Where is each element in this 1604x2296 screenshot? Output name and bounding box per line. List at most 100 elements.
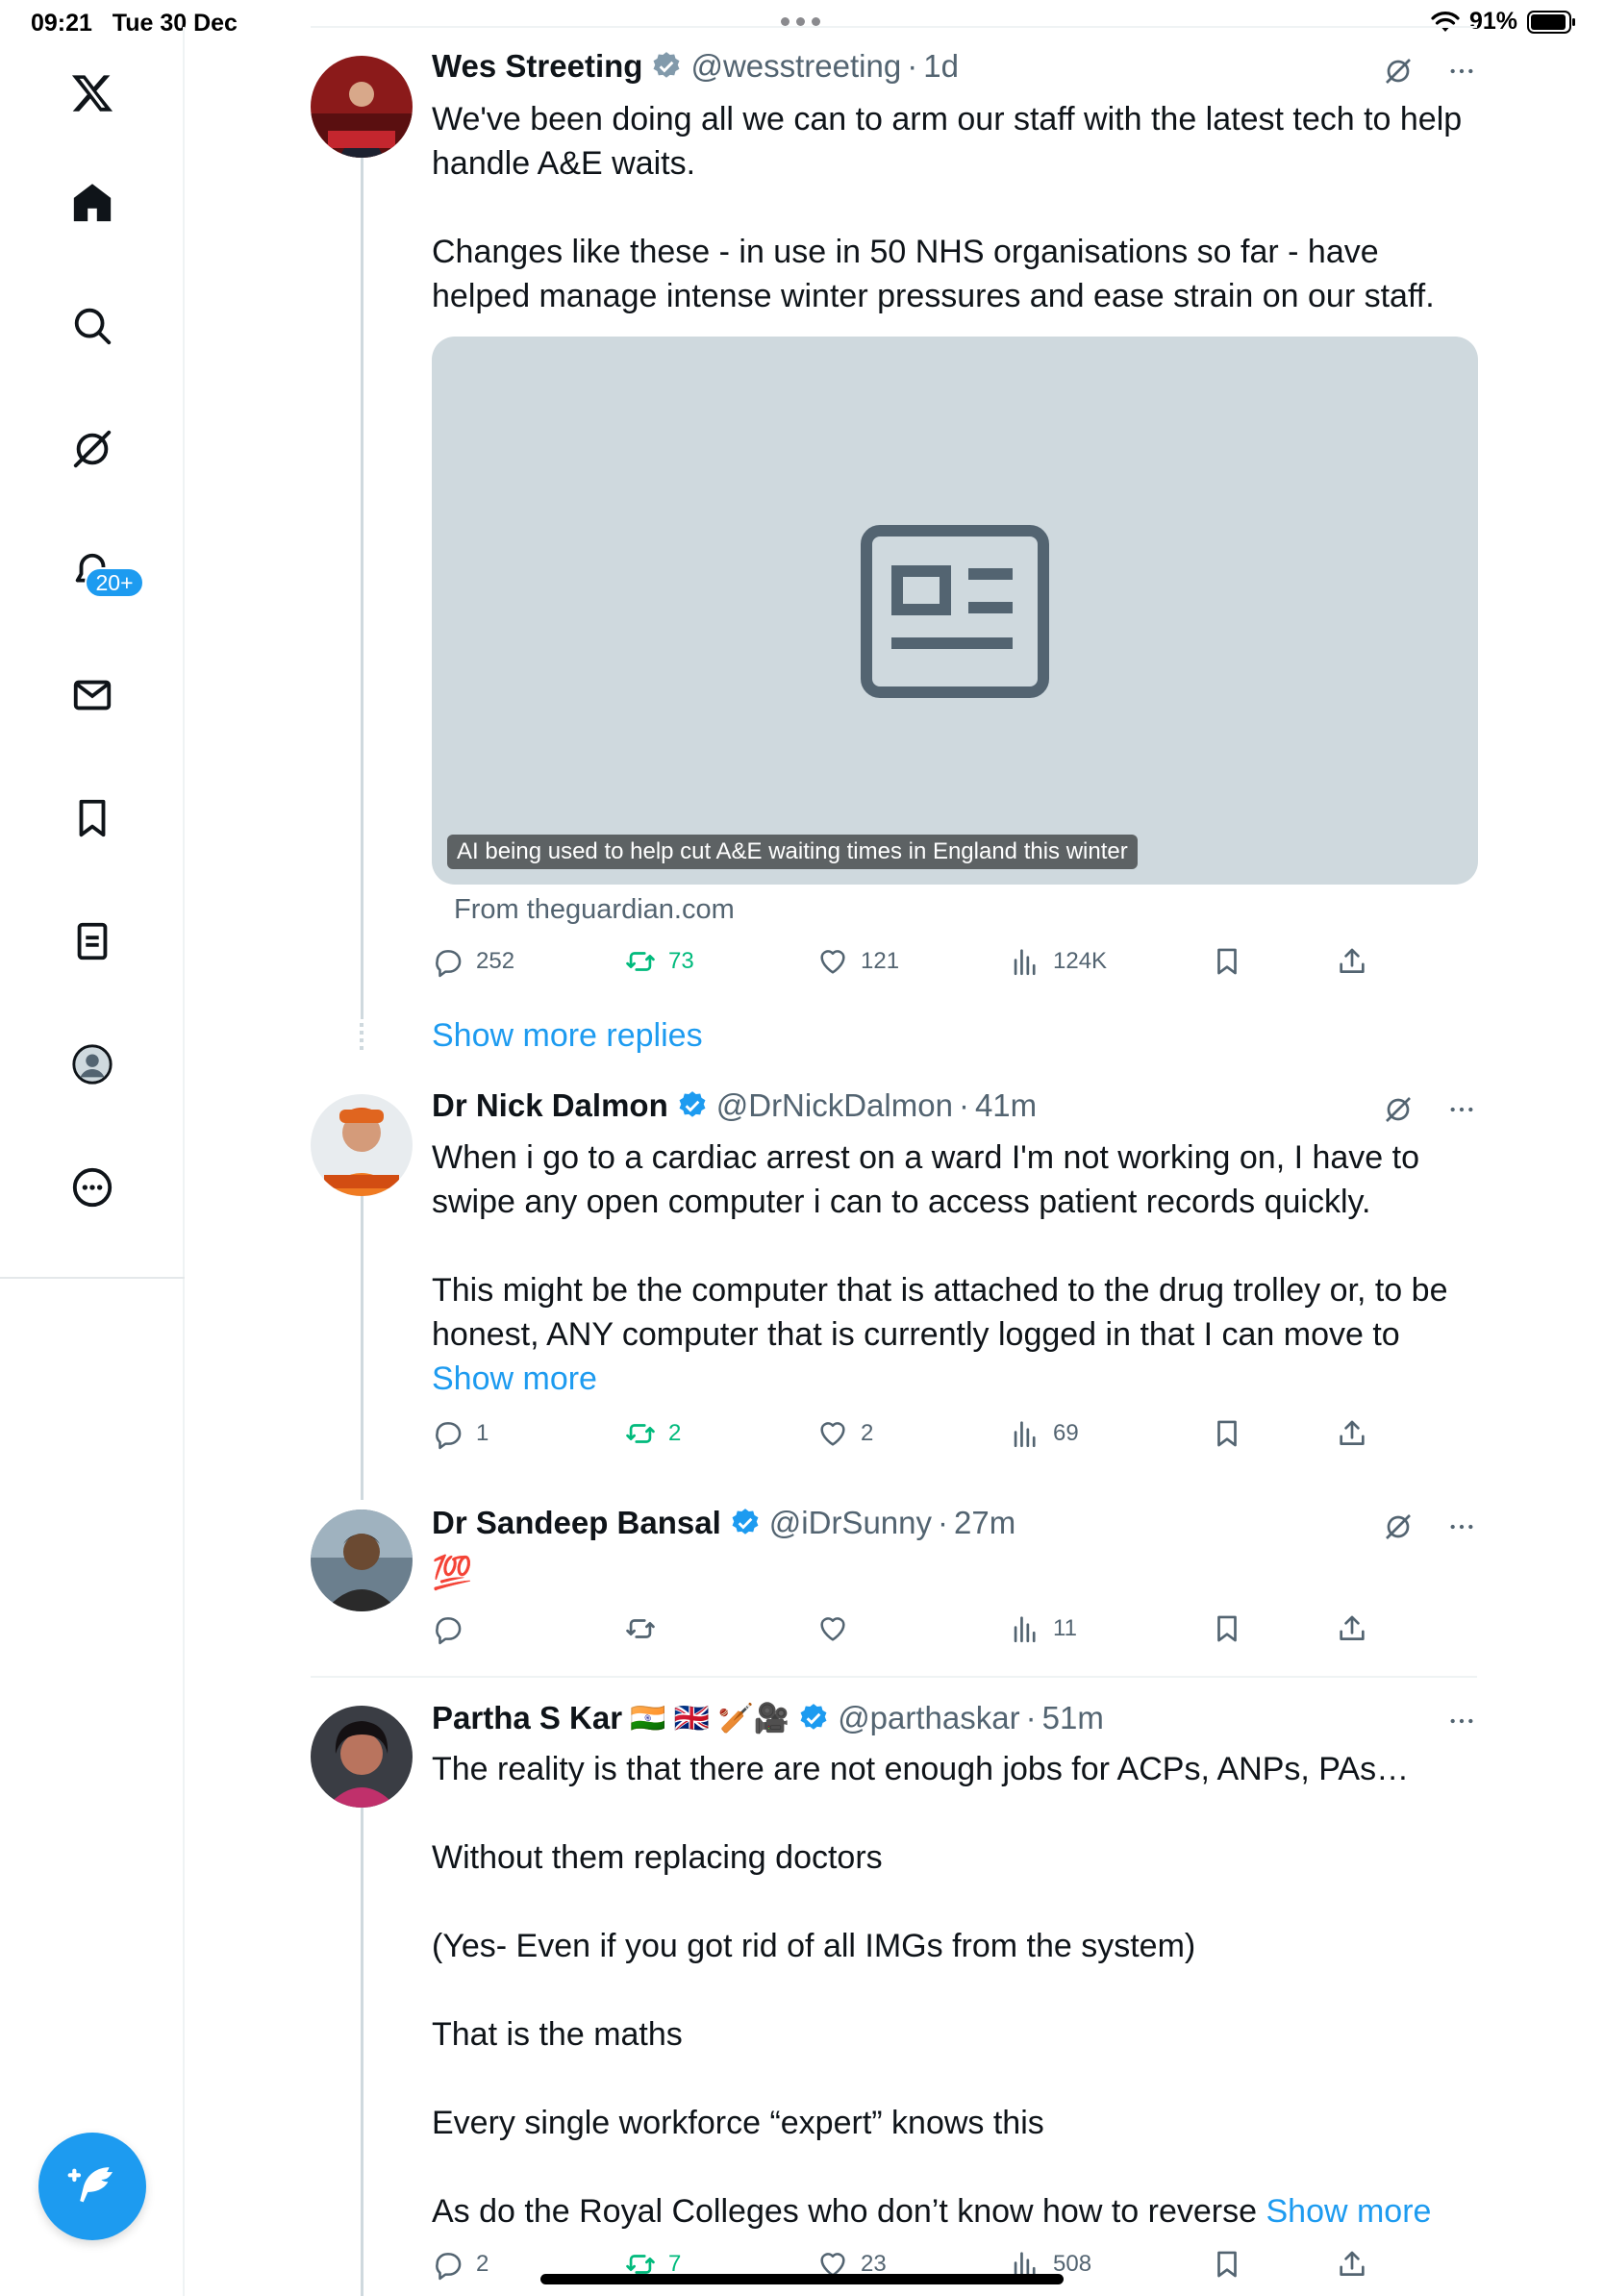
wifi-icon (1431, 11, 1460, 32)
verified-icon (732, 1509, 759, 1535)
status-bar: 09:21 Tue 30 Dec 91% (0, 0, 1604, 44)
tweet-divider (311, 1676, 1477, 1678)
share-button[interactable] (1336, 1417, 1368, 1450)
tweet-text-line: Every single workforce “expert” knows th… (432, 2105, 1044, 2141)
battery-icon (1527, 10, 1575, 34)
author-handle[interactable]: @wesstreeting (690, 48, 901, 85)
author-handle[interactable]: @parthaskar (838, 1700, 1019, 1736)
card-caption: AI being used to help cut A&E waiting ti… (447, 835, 1138, 869)
avatar[interactable] (311, 1510, 413, 1611)
views-button[interactable]: 124K (1009, 945, 1107, 978)
tweet-time[interactable]: 41m (975, 1087, 1037, 1124)
list-icon[interactable] (67, 916, 117, 966)
show-more-link[interactable]: Show more (1266, 2193, 1431, 2230)
reply-button[interactable]: 2 (432, 2248, 489, 2281)
repost-icon (626, 1619, 655, 1638)
bookmark-button[interactable] (1211, 1612, 1243, 1645)
show-more-link[interactable]: Show more (432, 1360, 597, 1397)
tweet-header-actions (1383, 1511, 1477, 1542)
tweet-text-line: As do the Royal Colleges who don’t know … (432, 2193, 1258, 2230)
multitask-grabber[interactable] (781, 17, 820, 26)
more-options-icon[interactable] (1446, 1511, 1477, 1542)
grok-icon[interactable] (67, 424, 117, 474)
tweet-time[interactable]: 27m (954, 1505, 1015, 1541)
tweet-body: The reality is that there are not enough… (432, 1747, 1480, 2234)
views-button[interactable]: 11 (1009, 1612, 1077, 1645)
card-source[interactable]: From theguardian.com (454, 894, 735, 926)
view-count: 124K (1053, 948, 1108, 974)
search-icon[interactable] (67, 301, 117, 351)
like-button[interactable]: 2 (816, 1417, 873, 1450)
avatar[interactable] (311, 1094, 413, 1196)
author-handle[interactable]: @DrNickDalmon (716, 1087, 953, 1124)
compose-icon (67, 2167, 113, 2203)
repost-button[interactable]: 73 (624, 945, 694, 978)
tweet-text-line: The reality is that there are not enough… (432, 1751, 1410, 1787)
grok-icon[interactable] (1383, 1511, 1414, 1542)
grok-icon[interactable] (1383, 1094, 1414, 1125)
tweet-header: Wes Streeting @wesstreeting · 1d (432, 48, 959, 85)
home-indicator[interactable] (540, 2274, 1064, 2284)
verified-icon (800, 1704, 827, 1730)
repost-icon (626, 952, 655, 971)
profile-icon[interactable] (67, 1039, 117, 1089)
author-name[interactable]: Wes Streeting (432, 48, 642, 85)
x-logo-icon[interactable] (67, 68, 117, 118)
mail-icon[interactable] (67, 670, 117, 720)
grok-icon[interactable] (1383, 56, 1414, 87)
tweet-body: 💯 (432, 1551, 1480, 1595)
tweet-text-line: Without them replacing doctors (432, 1839, 883, 1876)
reply-button[interactable]: 252 (432, 945, 514, 978)
share-button[interactable] (1336, 1612, 1368, 1645)
tweet-header: Dr Nick Dalmon @DrNickDalmon · 41m (432, 1087, 1038, 1124)
more-options-icon[interactable] (1446, 1706, 1477, 1736)
share-button[interactable] (1336, 2248, 1368, 2281)
more-circle-icon[interactable] (67, 1162, 117, 1212)
battery-percent: 91% (1468, 8, 1517, 35)
author-name-emoji: 🇮🇳 🇬🇧 🏏🎥 (630, 1702, 790, 1734)
bookmark-button[interactable] (1211, 1417, 1243, 1450)
tweet-text: 💯 (432, 1555, 473, 1591)
share-button[interactable] (1336, 945, 1368, 978)
bookmark-button[interactable] (1211, 945, 1243, 978)
tweet-body: We've been doing all we can to arm our s… (432, 97, 1480, 318)
repost-icon (626, 1424, 655, 1443)
avatar[interactable] (311, 1706, 413, 1808)
reply-count: 252 (476, 948, 515, 974)
tweet-time[interactable]: 1d (923, 48, 959, 85)
views-icon (1014, 1616, 1036, 1643)
show-more-replies-link[interactable]: Show more replies (432, 1017, 703, 1055)
tweet-text-line: When i go to a cardiac arrest on a ward … (432, 1139, 1420, 1220)
like-button[interactable] (816, 1612, 861, 1645)
bookmark-icon (1217, 948, 1237, 975)
tweet-header: Partha S Kar 🇮🇳 🇬🇧 🏏🎥 @parthaskar · 51m (432, 1700, 1104, 1736)
repost-button[interactable]: 2 (624, 1417, 681, 1450)
bookmark-button[interactable] (1211, 2248, 1243, 2281)
more-options-icon[interactable] (1446, 56, 1477, 87)
reply-button[interactable]: 1 (432, 1417, 489, 1450)
reply-count: 1 (476, 1420, 489, 1446)
repost-count: 2 (668, 1420, 682, 1446)
reply-count: 2 (476, 2251, 489, 2277)
repost-button[interactable] (624, 1612, 668, 1645)
article-icon (861, 525, 1049, 698)
link-preview-card[interactable]: AI being used to help cut A&E waiting ti… (432, 337, 1478, 885)
tweet-header-actions (1446, 1706, 1477, 1736)
views-button[interactable]: 69 (1009, 1417, 1079, 1450)
like-icon (820, 1422, 845, 1446)
author-name[interactable]: Dr Sandeep Bansal (432, 1505, 721, 1541)
like-button[interactable]: 121 (816, 945, 899, 978)
compose-button[interactable] (38, 2133, 146, 2240)
author-name[interactable]: Partha S Kar (432, 1700, 622, 1736)
home-icon[interactable] (67, 178, 117, 228)
view-count: 69 (1053, 1420, 1079, 1446)
avatar[interactable] (311, 56, 413, 158)
more-options-icon[interactable] (1446, 1094, 1477, 1125)
tweet-text-line: This might be the computer that is attac… (432, 1272, 1448, 1353)
tweet-time[interactable]: 51m (1042, 1700, 1104, 1736)
bookmark-icon[interactable] (67, 793, 117, 843)
author-handle[interactable]: @iDrSunny (769, 1505, 932, 1541)
tweet-action-bar: 1 2 2 69 (432, 1417, 1374, 1456)
author-name[interactable]: Dr Nick Dalmon (432, 1087, 668, 1124)
reply-button[interactable] (432, 1612, 476, 1645)
